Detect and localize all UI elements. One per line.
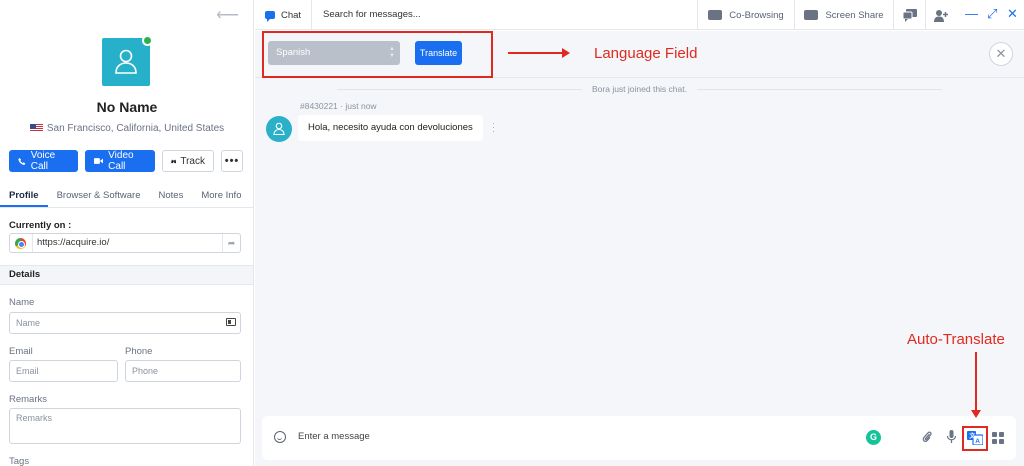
microphone-icon[interactable] (946, 430, 957, 446)
co-browsing-icon (708, 10, 723, 20)
action-buttons: Voice Call Video Call Track ••• (9, 150, 243, 172)
remarks-field[interactable]: Remarks (9, 408, 241, 444)
visitor-message-avatar (266, 116, 292, 142)
chat-topbar: Chat Search for messages... Co-Browsing … (255, 0, 1024, 30)
name-field[interactable]: Name (9, 312, 241, 334)
minimize-icon[interactable]: — (965, 7, 978, 21)
emoji-icon[interactable] (274, 431, 286, 443)
transfer-chat-button[interactable] (893, 0, 925, 30)
chat-transfer-icon (902, 8, 917, 22)
visitor-avatar (102, 38, 150, 86)
remarks-label: Remarks (9, 394, 48, 405)
tags-label: Tags (9, 456, 30, 466)
user-icon (115, 49, 137, 74)
visitor-location: San Francisco, California, United States (0, 123, 253, 134)
share-arrow-icon[interactable]: ➦ (222, 234, 240, 252)
language-field-highlight (262, 31, 493, 78)
system-message-text: Bora just joined this chat. (592, 84, 687, 94)
message-composer: Enter a message G (262, 416, 1016, 460)
phone-field[interactable]: Phone (125, 360, 241, 382)
chat-main: Spanish ▲ ▼ Translate ✕ Bora just joined … (255, 31, 1024, 466)
visitor-name: No Name (96, 99, 158, 115)
email-field[interactable]: Email (9, 360, 118, 382)
co-browsing-button[interactable]: Co-Browsing (697, 0, 794, 30)
chrome-icon (15, 237, 26, 249)
message-options-icon[interactable]: · · · (492, 119, 495, 136)
tab-notes[interactable]: Notes (150, 186, 193, 207)
video-camera-icon (94, 158, 104, 164)
currently-on-label: Currently on : (9, 220, 72, 231)
message-id: #8430221 (300, 101, 338, 111)
screen-share-button[interactable]: Screen Share (794, 0, 893, 30)
current-url-text[interactable]: https://acquire.io/ (32, 234, 222, 252)
online-status-dot (142, 35, 153, 46)
message-search-input[interactable]: Search for messages... (323, 9, 421, 20)
screen-share-icon (804, 10, 819, 20)
contact-card-icon[interactable] (226, 318, 236, 326)
message-meta: #8430221 · just now (300, 101, 377, 111)
visitor-tabs: Profile Browser & Software Notes More In… (0, 186, 253, 208)
voice-call-button[interactable]: Voice Call (9, 150, 78, 172)
co-browsing-label: Co-Browsing (729, 9, 784, 21)
voice-call-label: Voice Call (30, 150, 56, 172)
email-label: Email (9, 346, 33, 357)
expand-icon[interactable]: ⤢ (987, 7, 997, 21)
chat-bubble-icon (265, 11, 275, 22)
chat-tab-label: Chat (281, 9, 302, 21)
visitor-message-bubble: Hola, necesito ayuda con devoluciones (298, 115, 483, 141)
grammarly-icon[interactable]: G (866, 430, 881, 445)
auto-translate-annotation: Auto-Translate (907, 331, 1005, 348)
video-call-label: Video Call (108, 150, 134, 172)
system-message: Bora just joined this chat. (255, 84, 1024, 94)
back-arrow-icon[interactable]: ⟵ (216, 8, 239, 24)
visitor-panel: ⟵ No Name San Francisco, California, Uni… (0, 0, 254, 466)
user-icon (273, 122, 285, 136)
phone-label: Phone (125, 346, 153, 357)
language-field-annotation: Language Field (594, 45, 698, 62)
tab-more-info[interactable]: More Info (192, 186, 250, 207)
tab-browser-software[interactable]: Browser & Software (48, 186, 150, 207)
name-placeholder: Name (16, 318, 41, 328)
attachment-icon[interactable] (922, 430, 932, 446)
auto-translate-arrow (971, 352, 981, 418)
binoculars-icon (171, 159, 177, 163)
message-input[interactable]: Enter a message (298, 431, 370, 442)
screen-share-label: Screen Share (825, 9, 884, 21)
language-field-arrow (508, 48, 570, 58)
close-window-icon[interactable]: ✕ (1007, 7, 1018, 21)
name-label: Name (9, 297, 35, 308)
video-call-button[interactable]: Video Call (85, 150, 155, 172)
message-time: just now (345, 101, 377, 111)
tab-chat[interactable]: Chat (255, 0, 312, 30)
close-translate-icon[interactable]: ✕ (989, 42, 1013, 66)
location-text: San Francisco, California, United States (46, 123, 225, 134)
add-user-icon (933, 9, 948, 22)
auto-translate-highlight (962, 426, 988, 451)
add-agent-button[interactable] (925, 0, 955, 30)
more-actions-button[interactable]: ••• (221, 150, 243, 172)
tab-profile[interactable]: Profile (0, 186, 48, 207)
us-flag-icon (29, 124, 43, 132)
current-url-field: https://acquire.io/ ➦ (9, 233, 241, 253)
details-heading: Details (0, 265, 253, 285)
apps-grid-icon[interactable] (992, 432, 1004, 444)
phone-icon (18, 157, 26, 165)
track-button[interactable]: Track (162, 150, 214, 172)
track-label: Track (180, 155, 205, 167)
